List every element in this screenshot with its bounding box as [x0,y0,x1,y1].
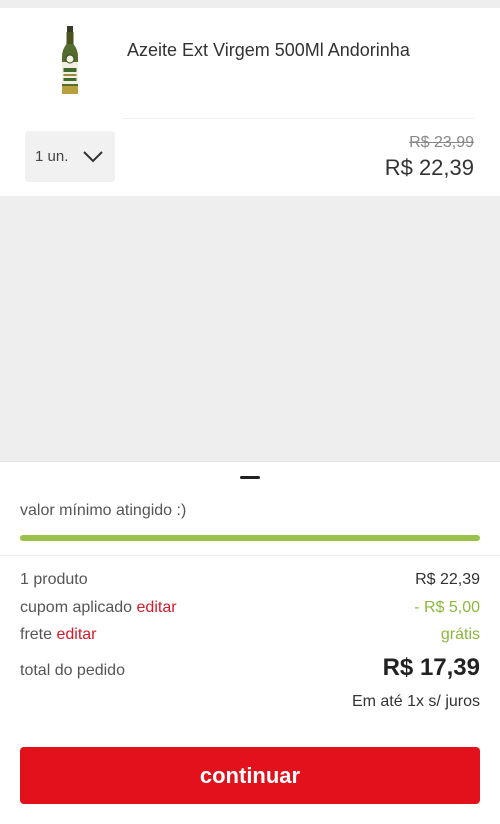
divider [122,118,474,119]
shipping-row: frete editar grátis [20,626,480,644]
coupon-edit-link[interactable]: editar [137,599,177,616]
top-strip [0,0,500,8]
order-summary-sheet: valor mínimo atingido :) 1 produto R$ 22… [0,461,500,824]
price-current: R$ 22,39 [384,155,474,180]
price-old: R$ 23,99 [409,134,474,151]
progress-fill [20,535,480,541]
shipping-label: frete [20,626,53,643]
total-label: total do pedido [20,662,125,679]
products-label: 1 produto [20,571,88,588]
coupon-value: - R$ 5,00 [414,599,480,616]
quantity-value: 1 un. [35,148,69,165]
product-name[interactable]: Azeite Ext Virgem 500Ml Andorinha [127,36,467,64]
chevron-down-icon [83,150,104,162]
min-value-message: valor mínimo atingido :) [20,502,187,519]
min-value-progress-bar [20,535,480,541]
continue-button[interactable]: continuar [20,747,480,804]
empty-area [0,196,500,461]
products-value: R$ 22,39 [415,571,480,588]
total-value: R$ 17,39 [382,654,480,681]
sheet-drag-handle[interactable] [240,476,260,479]
total-row: total do pedido R$ 17,39 [20,654,480,682]
shipping-label-group: frete editar [20,626,97,644]
products-row: 1 produto R$ 22,39 [20,571,480,589]
coupon-label-group: cupom aplicado editar [20,599,177,617]
shipping-edit-link[interactable]: editar [56,626,96,643]
coupon-row: cupom aplicado editar - R$ 5,00 [20,599,480,617]
shipping-value: grátis [440,626,480,643]
quantity-select[interactable]: 1 un. [25,131,115,182]
divider [0,555,500,556]
olive-oil-bottle-icon[interactable] [50,26,90,96]
cart-item-card: Azeite Ext Virgem 500Ml Andorinha 1 un. … [0,8,500,196]
installments-text: Em até 1x s/ juros [351,693,480,710]
coupon-label: cupom aplicado [20,599,133,616]
